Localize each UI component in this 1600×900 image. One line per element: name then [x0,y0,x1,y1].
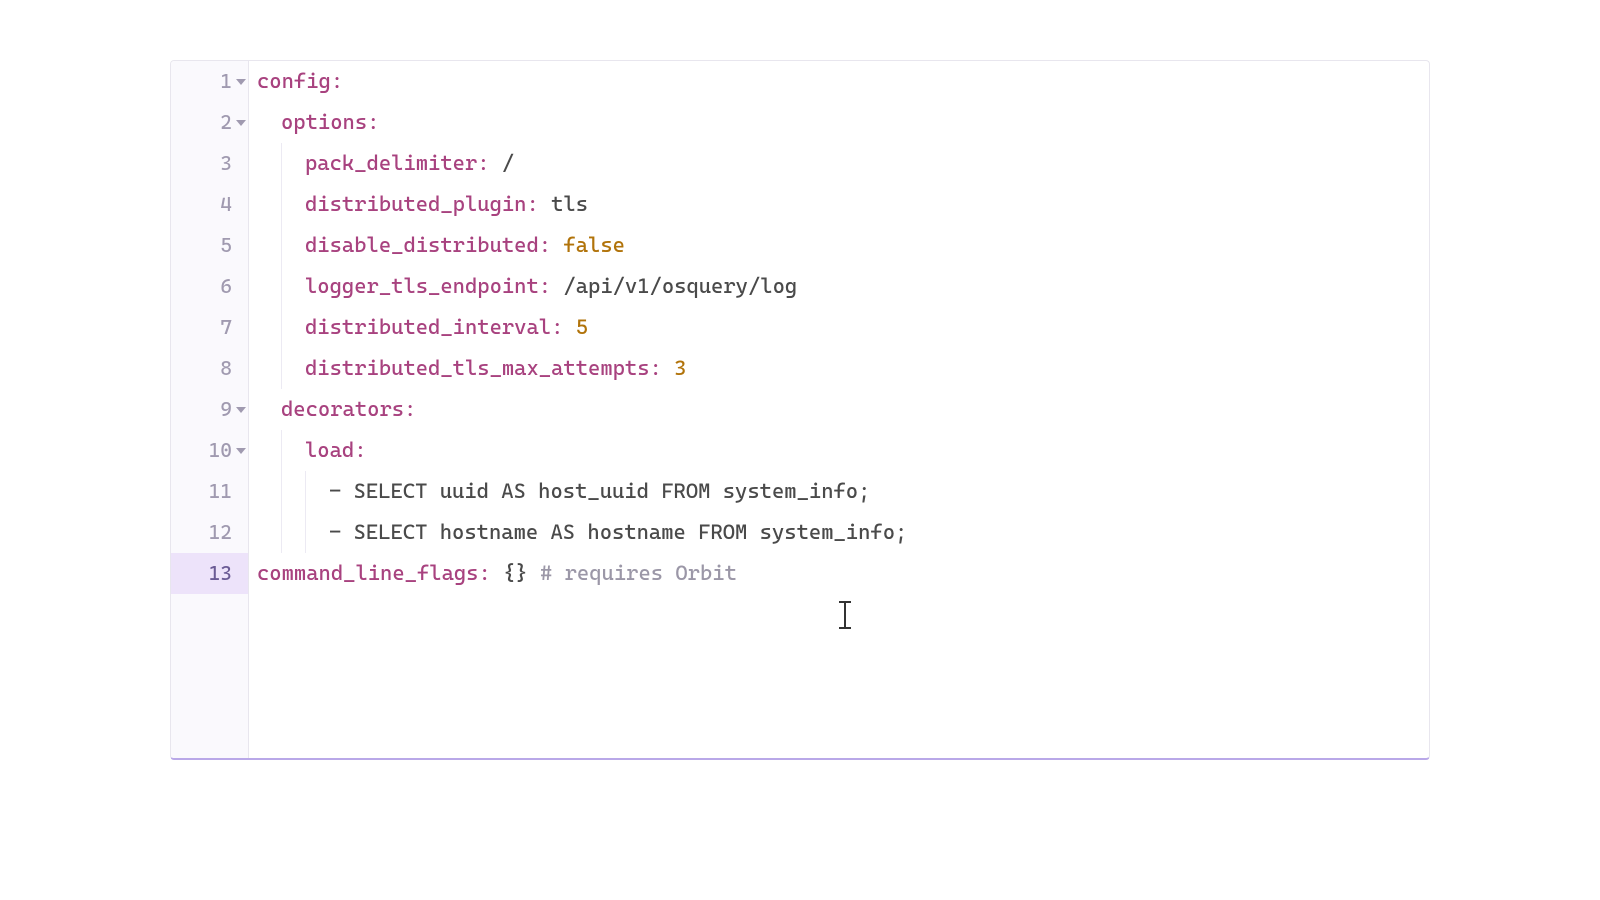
line-number: 4 [220,185,232,224]
code-token-key: decorators: [281,389,416,430]
code-token-key: disable_distributed: [305,225,551,266]
indent-guide [281,143,305,184]
gutter-line[interactable]: 5 [171,225,248,266]
code-token-comment: # requires Orbit [540,553,737,594]
code-line[interactable]: logger_tls_endpoint: /api/v1/osquery/log [257,266,1421,307]
line-number: 10 [209,431,232,470]
code-token-num: 5 [563,307,588,348]
text-cursor-icon [839,601,851,629]
code-token-dash: - [329,512,354,553]
code-token-dash: - [329,471,354,512]
code-line[interactable]: disable_distributed: false [257,225,1421,266]
code-line[interactable]: command_line_flags: {} # requires Orbit [257,553,1421,594]
code-line[interactable]: distributed_tls_max_attempts: 3 [257,348,1421,389]
code-token-bool: false [551,225,625,266]
gutter-line[interactable]: 7 [171,307,248,348]
line-number: 5 [220,226,232,265]
code-token-key: distributed_interval: [305,307,563,348]
code-line[interactable]: pack_delimiter: / [257,143,1421,184]
indent-guide [281,225,305,266]
line-number: 8 [220,349,232,388]
code-token-key: load: [305,430,367,471]
line-number: 3 [220,144,232,183]
code-token-key: config: [257,61,343,102]
code-token-value: tls [539,184,588,225]
indent-guide [281,266,305,307]
line-number: 11 [209,472,232,511]
code-line[interactable]: - SELECT hostname AS hostname FROM syste… [257,512,1421,553]
code-token-str: SELECT hostname AS hostname FROM system_… [354,512,908,553]
gutter-line[interactable]: 12 [171,512,248,553]
code-line[interactable]: options: [257,102,1421,143]
fold-toggle-icon[interactable] [236,407,246,413]
code-editor: 12345678910111213 config:options:pack_de… [170,60,1430,760]
gutter-line[interactable]: 11 [171,471,248,512]
code-token-key: pack_delimiter: [305,143,490,184]
code-token-value: / [490,143,515,184]
line-number: 9 [220,390,232,429]
editor-gutter: 12345678910111213 [171,61,249,758]
code-token-key: command_line_flags: [257,553,491,594]
code-token-str: SELECT uuid AS host_uuid FROM system_inf… [354,471,871,512]
gutter-line[interactable]: 6 [171,266,248,307]
code-line[interactable]: decorators: [257,389,1421,430]
indent-guide [281,471,305,512]
fold-toggle-icon[interactable] [236,448,246,454]
gutter-line[interactable]: 9 [171,389,248,430]
gutter-line[interactable]: 8 [171,348,248,389]
code-line[interactable]: - SELECT uuid AS host_uuid FROM system_i… [257,471,1421,512]
code-token-key: distributed_tls_max_attempts: [305,348,662,389]
indent-guide [281,512,305,553]
line-number: 13 [209,554,232,593]
code-token-key: options: [281,102,379,143]
indent-guide [305,512,329,553]
code-token-brace: {} [491,553,540,594]
editor-code-area[interactable]: config:options:pack_delimiter: /distribu… [249,61,1429,758]
indent-guide [281,307,305,348]
line-number: 7 [220,308,232,347]
fold-toggle-icon[interactable] [236,120,246,126]
line-number: 2 [220,103,232,142]
gutter-line[interactable]: 2 [171,102,248,143]
indent-guide [305,471,329,512]
gutter-line[interactable]: 1 [171,61,248,102]
fold-toggle-icon[interactable] [236,79,246,85]
code-token-key: distributed_plugin: [305,184,539,225]
code-token-key: logger_tls_endpoint: [305,266,551,307]
code-line[interactable]: config: [257,61,1421,102]
gutter-line[interactable]: 10 [171,430,248,471]
line-number: 1 [220,62,232,101]
indent-guide [281,430,305,471]
gutter-line[interactable]: 3 [171,143,248,184]
code-token-value: /api/v1/osquery/log [551,266,797,307]
gutter-line[interactable]: 13 [171,553,248,594]
indent-guide [281,348,305,389]
code-line[interactable]: load: [257,430,1421,471]
code-line[interactable]: distributed_interval: 5 [257,307,1421,348]
gutter-line[interactable]: 4 [171,184,248,225]
line-number: 12 [209,513,232,552]
code-token-num: 3 [662,348,687,389]
code-line[interactable]: distributed_plugin: tls [257,184,1421,225]
line-number: 6 [220,267,232,306]
indent-guide [281,184,305,225]
